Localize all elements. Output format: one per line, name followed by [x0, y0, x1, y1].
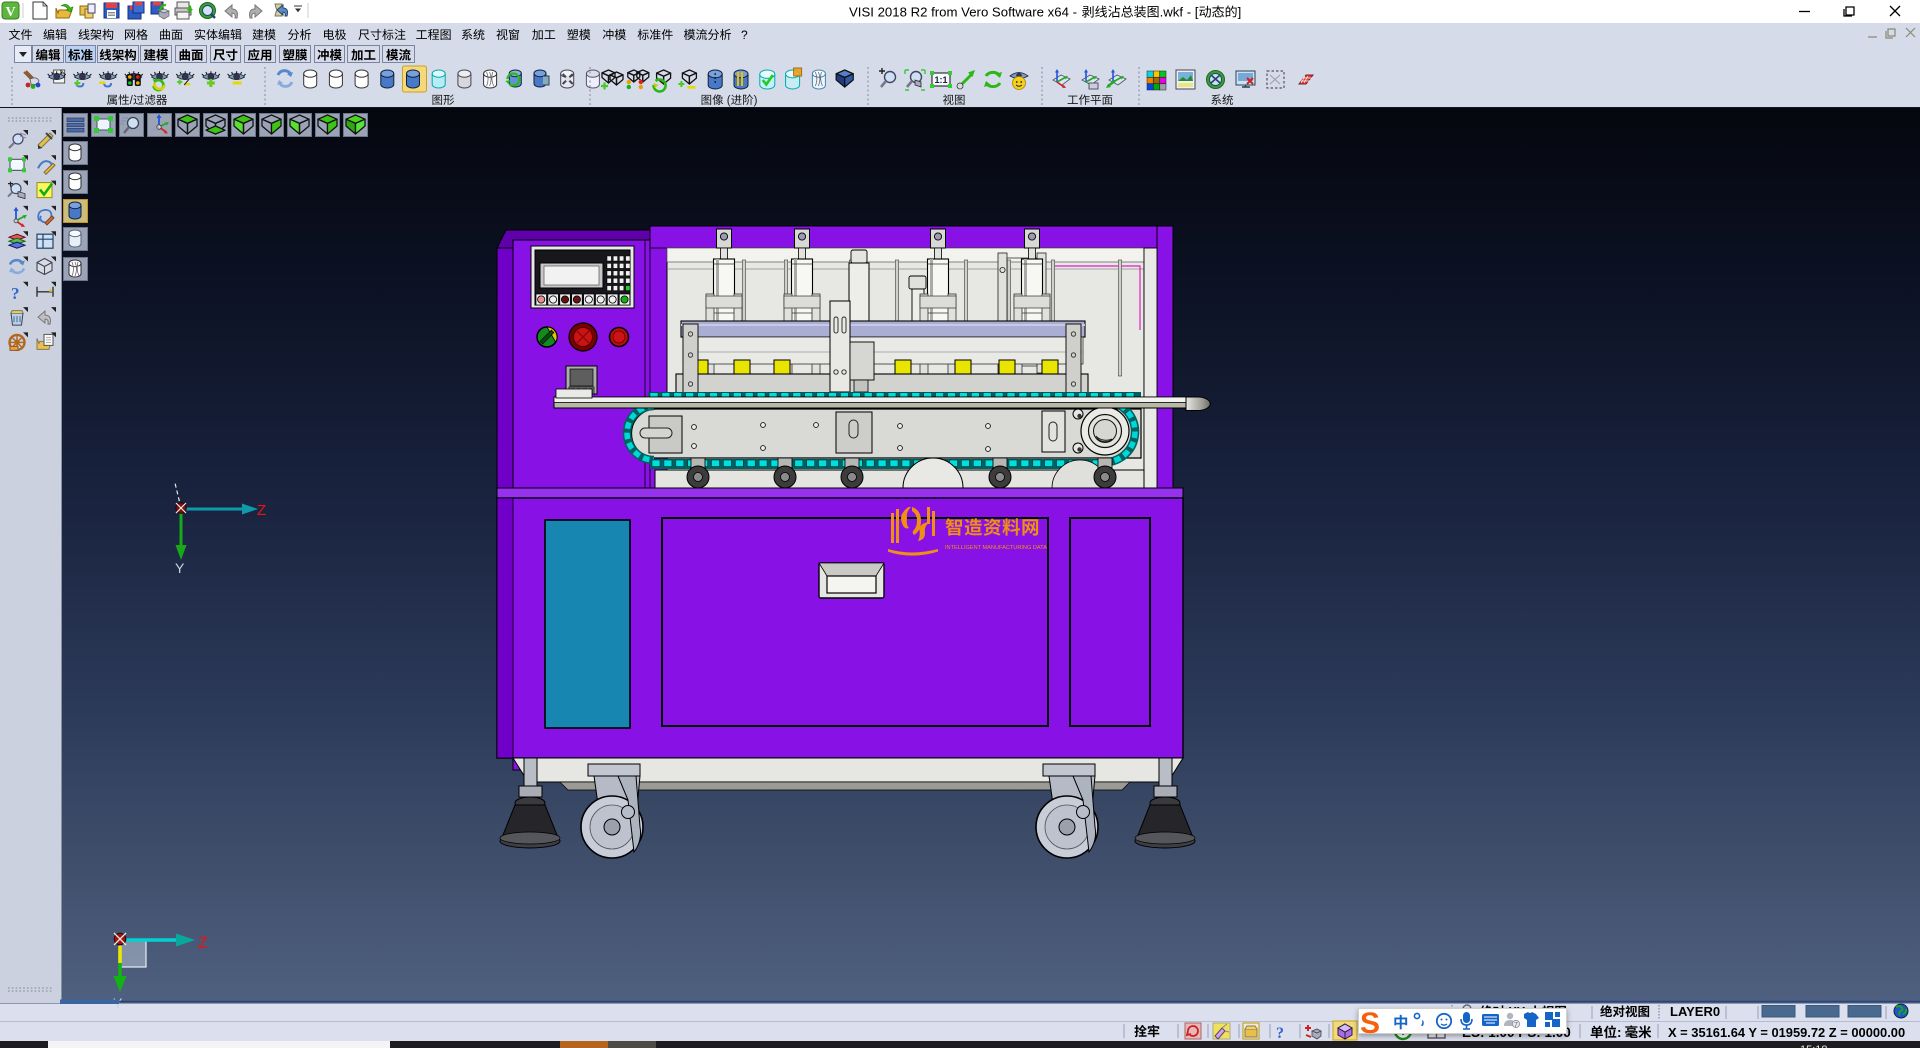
- svg-text:S: S: [1360, 1007, 1380, 1040]
- svg-text:7: 7: [1514, 1022, 1518, 1029]
